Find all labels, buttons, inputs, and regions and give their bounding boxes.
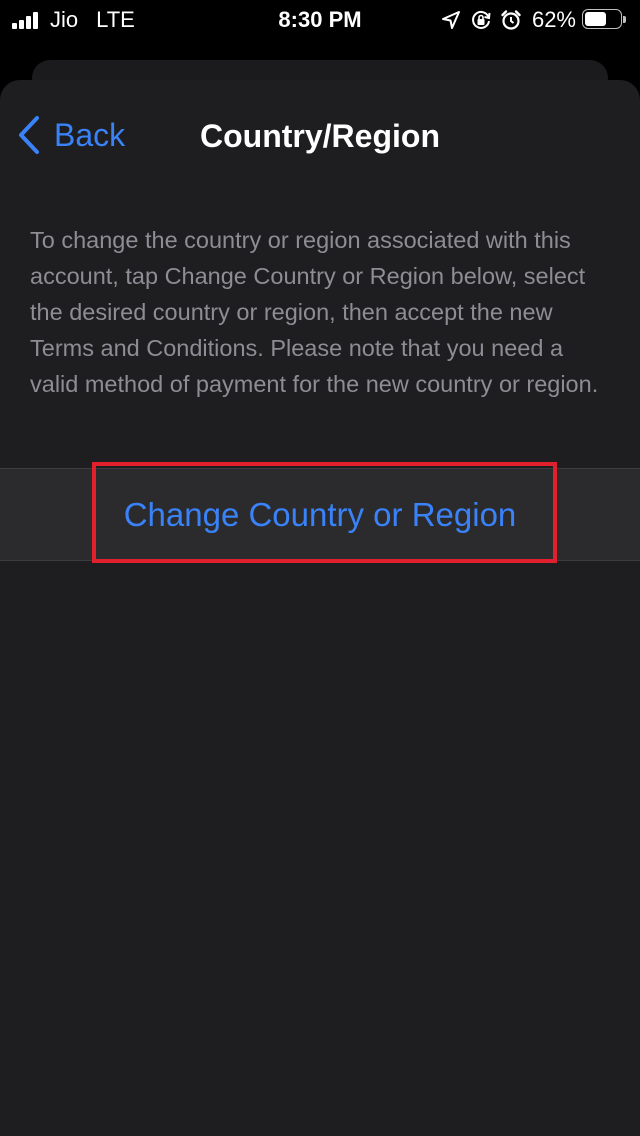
rotation-lock-icon — [470, 9, 492, 31]
status-bar: Jio LTE 8:30 PM 62% — [0, 0, 640, 40]
battery-icon — [582, 9, 628, 31]
status-right: 62% — [432, 7, 628, 33]
alarm-icon — [500, 9, 522, 31]
page-title: Country/Region — [200, 118, 440, 154]
description-text: To change the country or region associat… — [30, 227, 599, 397]
change-country-region-button[interactable]: Change Country or Region — [0, 469, 640, 560]
country-region-sheet: Back Country/Region To change the countr… — [0, 80, 640, 1136]
navigation-bar: Back Country/Region — [0, 80, 640, 190]
location-arrow-icon — [440, 9, 462, 31]
battery-percent: 62% — [531, 7, 576, 32]
action-row: Change Country or Region — [0, 468, 640, 561]
